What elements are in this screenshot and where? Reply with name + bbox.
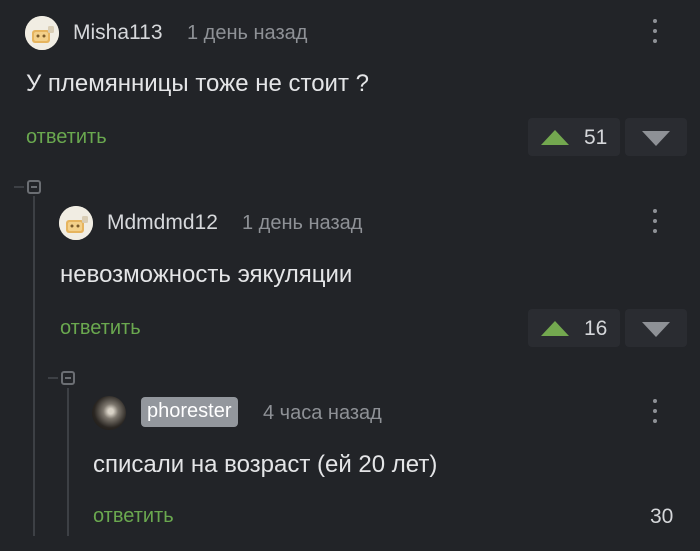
downvote-button[interactable] [625, 309, 687, 347]
thread-connector [48, 377, 58, 379]
default-avatar-icon [59, 206, 93, 240]
timestamp: 4 часа назад [263, 402, 382, 424]
kebab-icon[interactable] [645, 398, 665, 428]
username[interactable]: Mdmdmd12 [107, 211, 218, 235]
comment-text: невозможность эякуляции [60, 261, 353, 288]
username[interactable]: Misha113 [73, 21, 163, 45]
upvote-arrow-icon [541, 130, 569, 145]
avatar[interactable] [59, 206, 93, 240]
thread-line [67, 388, 69, 536]
author-badge-username[interactable]: phorester [141, 397, 238, 427]
timestamp: 1 день назад [242, 212, 363, 234]
thread-connector [14, 186, 24, 188]
upvote-button[interactable]: 51 [528, 118, 620, 156]
upvote-button[interactable]: 16 [528, 309, 620, 347]
avatar[interactable] [92, 396, 126, 430]
collapse-thread-icon[interactable] [61, 371, 75, 385]
downvote-arrow-icon [642, 131, 670, 146]
kebab-icon[interactable] [645, 208, 665, 238]
default-avatar-icon [25, 16, 59, 50]
collapse-thread-icon[interactable] [27, 180, 41, 194]
comment-text: У племянницы тоже не стоит ? [26, 70, 369, 97]
reply-link[interactable]: ответить [26, 126, 107, 149]
upvote-arrow-icon [541, 321, 569, 336]
kebab-icon[interactable] [645, 18, 665, 48]
timestamp: 1 день назад [187, 22, 308, 44]
score: 30 [650, 505, 674, 528]
reply-link[interactable]: ответить [93, 505, 174, 528]
score: 51 [584, 126, 608, 149]
score: 16 [584, 317, 608, 340]
reply-link[interactable]: ответить [60, 317, 141, 340]
avatar[interactable] [25, 16, 59, 50]
downvote-arrow-icon [642, 322, 670, 337]
comment-text: списали на возраст (ей 20 лет) [93, 451, 438, 478]
thread-line [33, 196, 35, 536]
downvote-button[interactable] [625, 118, 687, 156]
